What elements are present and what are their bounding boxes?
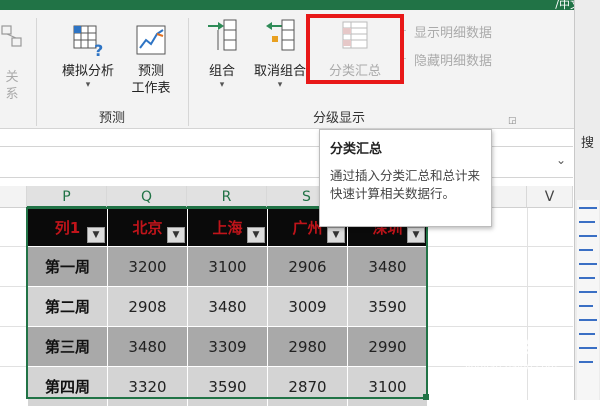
expand-formula-icon[interactable]: ⌄ bbox=[556, 153, 566, 167]
table-header-cell[interactable]: 北京 ▼ bbox=[107, 208, 188, 247]
column-header-v[interactable]: V bbox=[527, 186, 573, 208]
title-bar: /中文件 bbox=[0, 0, 600, 11]
table-row: 第一周 3200 3100 2906 3480 bbox=[27, 246, 428, 287]
tooltip-body: 通过插入分类汇总和总计来快速计算相关数据行。 bbox=[330, 168, 481, 201]
table-cell[interactable]: 3320 bbox=[107, 366, 188, 407]
table-row: 第二周 2908 3480 3009 3590 bbox=[27, 286, 428, 327]
forecast-label-1: 预测 bbox=[137, 64, 164, 79]
subtotal-highlight bbox=[306, 14, 404, 84]
group-label: 组合 bbox=[208, 64, 235, 79]
relationships-label: 关系 bbox=[5, 70, 19, 102]
table-cell[interactable]: 2906 bbox=[267, 246, 348, 287]
forecast-sheet-icon bbox=[136, 25, 166, 55]
watermark-text: Bai百经验 bbox=[465, 333, 568, 358]
baidu-watermark: Bai百经验 jingyan.baidu.com bbox=[465, 330, 585, 390]
chevron-down-icon: ▾ bbox=[219, 80, 225, 90]
relationships-icon bbox=[1, 25, 22, 47]
subtotal-tooltip: 分类汇总 通过插入分类汇总和总计来快速计算相关数据行。 bbox=[319, 129, 492, 227]
chevron-down-icon: ▾ bbox=[277, 80, 283, 90]
ungroup-icon bbox=[266, 19, 295, 51]
table-row: 第四周 3320 3590 2870 3100 bbox=[27, 366, 428, 407]
svg-text:?: ? bbox=[94, 41, 103, 58]
ungroup-label: 取消组合 bbox=[253, 64, 306, 79]
tooltip-title: 分类汇总 bbox=[330, 142, 383, 157]
table-cell[interactable]: 3009 bbox=[267, 286, 348, 327]
outline-group-label: 分级显示 bbox=[313, 111, 366, 126]
table-cell[interactable]: 2980 bbox=[267, 326, 348, 367]
column-header-r[interactable]: R bbox=[187, 186, 267, 208]
column-header-q[interactable]: Q bbox=[107, 186, 187, 208]
table-cell[interactable]: 3590 bbox=[187, 366, 268, 407]
ungroup-button[interactable]: 取消组合 ▾ bbox=[250, 16, 310, 90]
forecast-label-2: 工作表 bbox=[131, 81, 171, 96]
filter-dropdown-icon[interactable]: ▼ bbox=[247, 227, 265, 243]
hide-detail-label: 隐藏明细数据 bbox=[414, 54, 493, 69]
table-cell[interactable]: 3200 bbox=[107, 246, 188, 287]
dialog-launcher-icon[interactable]: ◲ bbox=[508, 116, 517, 126]
what-if-icon: ? bbox=[73, 25, 103, 60]
ribbon: 关系 ? 模拟分析 ▾ 预测 工作表 预测 组合 ▾ 取消组合 ▾ 分类汇总 ⁺… bbox=[0, 10, 574, 129]
data-table[interactable]: 列1 ▼ 北京 ▼ 上海 ▼ 广州 ▼ 深圳 ▼ 第一周 3200 3100 2906 3… bbox=[27, 208, 428, 407]
filter-dropdown-icon[interactable]: ▼ bbox=[407, 227, 425, 243]
row-label[interactable]: 第二周 bbox=[27, 286, 108, 327]
column-header-p[interactable]: P bbox=[27, 186, 107, 208]
filter-dropdown-icon[interactable]: ▼ bbox=[327, 227, 345, 243]
what-if-analysis-button[interactable]: ? 模拟分析 ▾ bbox=[52, 22, 124, 90]
watermark-sub: jingyan.baidu.com bbox=[465, 362, 558, 373]
table-header-cell[interactable]: 列1 ▼ bbox=[27, 208, 108, 247]
filter-dropdown-icon[interactable]: ▼ bbox=[87, 227, 105, 243]
table-cell[interactable]: 3590 bbox=[347, 286, 428, 327]
row-label[interactable]: 第三周 bbox=[27, 326, 108, 367]
forecast-sheet-button[interactable]: 预测 工作表 bbox=[126, 22, 176, 97]
group-icon bbox=[208, 19, 237, 51]
hide-detail-button[interactable]: ⁻ 隐藏明细数据 bbox=[400, 50, 492, 69]
group-button[interactable]: 组合 ▾ bbox=[200, 16, 244, 90]
table-cell[interactable]: 2908 bbox=[107, 286, 188, 327]
row-label[interactable]: 第一周 bbox=[27, 246, 108, 287]
table-cell[interactable]: 2870 bbox=[267, 366, 348, 407]
table-header-cell[interactable]: 上海 ▼ bbox=[187, 208, 268, 247]
table-cell[interactable]: 3100 bbox=[347, 366, 428, 407]
relationships-button[interactable]: 关系 bbox=[0, 22, 24, 103]
what-if-label: 模拟分析 bbox=[61, 64, 114, 79]
table-cell[interactable]: 3309 bbox=[187, 326, 268, 367]
show-detail-label: 显示明细数据 bbox=[414, 26, 493, 41]
table-cell[interactable]: 3480 bbox=[187, 286, 268, 327]
row-label[interactable]: 第四周 bbox=[27, 366, 108, 407]
table-cell[interactable]: 2990 bbox=[347, 326, 428, 367]
forecast-group-label: 预测 bbox=[99, 111, 126, 126]
show-detail-button[interactable]: ⁺ 显示明细数据 bbox=[400, 22, 492, 41]
chevron-down-icon: ▾ bbox=[85, 80, 91, 90]
table-cell[interactable]: 3100 bbox=[187, 246, 268, 287]
column-header-partial[interactable] bbox=[0, 186, 27, 208]
filter-dropdown-icon[interactable]: ▼ bbox=[167, 227, 185, 243]
table-cell[interactable]: 3480 bbox=[107, 326, 188, 367]
fill-handle[interactable] bbox=[423, 394, 429, 400]
table-cell[interactable]: 3480 bbox=[347, 246, 428, 287]
table-row: 第三周 3480 3309 2980 2990 bbox=[27, 326, 428, 367]
side-pane-label: 搜 bbox=[581, 136, 595, 151]
